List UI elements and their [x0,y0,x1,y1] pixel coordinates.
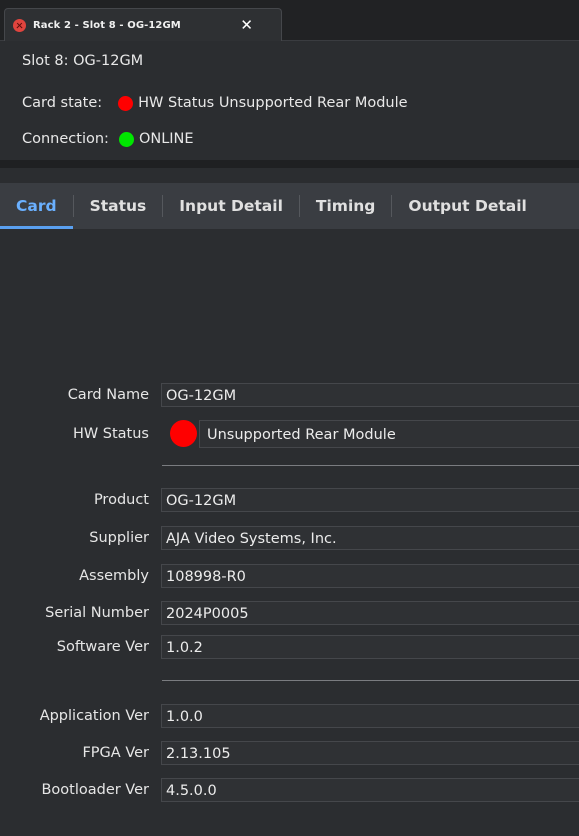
product-label: Product [93,492,149,508]
fpga-ver-field: 2.13.105 [161,741,579,765]
connection-value: ONLINE [138,131,194,147]
card-name-row: Card Name OG-12GM [0,383,579,407]
product-row: Product OG-12GM [0,488,579,512]
hw-status-indicator-icon [170,420,197,447]
hw-status-row: HW Status Unsupported Rear Module [0,420,579,448]
software-ver-label: Software Ver [56,639,149,655]
page-tab-bar: Card Status Input Detail Timing Output D… [0,183,579,229]
card-state-row: Card state: HW Status Unsupported Rear M… [22,95,408,111]
supplier-row: Supplier AJA Video Systems, Inc. [0,526,579,550]
software-ver-field: 1.0.2 [161,635,579,659]
tab-input-detail[interactable]: Input Detail [163,183,299,229]
document-tab-title: Rack 2 - Slot 8 - OG-12GM [33,19,181,31]
card-state-value: HW Status Unsupported Rear Module [138,95,408,111]
hw-status-field: Unsupported Rear Module [199,420,579,448]
header-separator [0,160,579,168]
section-divider [162,680,579,681]
connection-row: Connection: ONLINE [22,131,194,147]
application-ver-label: Application Ver [39,708,149,724]
bootloader-ver-field: 4.5.0.0 [161,778,579,802]
supplier-field: AJA Video Systems, Inc. [161,526,579,550]
tab-output-detail[interactable]: Output Detail [392,183,542,229]
serial-number-row: Serial Number 2024P0005 [0,601,579,625]
bootloader-ver-row: Bootloader Ver 4.5.0.0 [0,778,579,802]
assembly-row: Assembly 108998-R0 [0,564,579,588]
software-ver-row: Software Ver 1.0.2 [0,635,579,659]
connection-indicator-icon [118,131,134,147]
card-info-header: Slot 8: OG-12GM Card state: HW Status Un… [0,41,579,159]
tab-timing[interactable]: Timing [300,183,391,229]
card-name-field[interactable]: OG-12GM [161,383,579,407]
status-indicator-icon [118,95,134,111]
tab-card[interactable]: Card [0,183,73,229]
bootloader-ver-label: Bootloader Ver [41,782,149,798]
card-detail-panel: Card Name OG-12GM HW Status Unsupported … [0,229,579,836]
card-state-label: Card state: [22,95,103,111]
application-ver-row: Application Ver 1.0.0 [0,704,579,728]
hw-status-label: HW Status [72,426,149,442]
card-name-label: Card Name [67,387,149,403]
assembly-field: 108998-R0 [161,564,579,588]
connection-label: Connection: [22,131,109,147]
serial-number-label: Serial Number [45,605,149,621]
document-tab[interactable]: Rack 2 - Slot 8 - OG-12GM ✕ [4,8,282,41]
fpga-ver-label: FPGA Ver [82,745,149,761]
tab-status[interactable]: Status [74,183,163,229]
fpga-ver-row: FPGA Ver 2.13.105 [0,741,579,765]
document-tab-strip: Rack 2 - Slot 8 - OG-12GM ✕ [0,0,579,41]
product-field: OG-12GM [161,488,579,512]
application-ver-field: 1.0.0 [161,704,579,728]
section-divider [162,465,579,466]
slot-title: Slot 8: OG-12GM [22,53,144,69]
supplier-label: Supplier [89,530,149,546]
serial-number-field: 2024P0005 [161,601,579,625]
close-icon[interactable] [13,18,26,32]
tab-close-button[interactable]: ✕ [240,16,253,34]
assembly-label: Assembly [79,568,149,584]
